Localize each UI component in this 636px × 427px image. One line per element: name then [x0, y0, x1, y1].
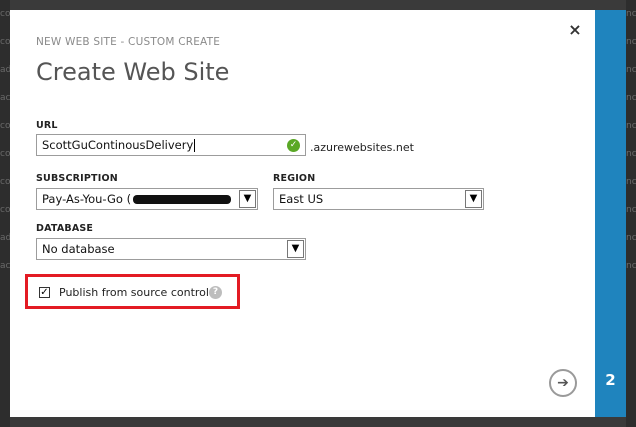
publish-highlight: ✓ Publish from source control ? — [25, 274, 240, 309]
region-label: REGION — [273, 173, 316, 184]
question-circle-icon[interactable]: ? — [209, 286, 222, 299]
step-number: 2 — [605, 371, 616, 389]
close-button[interactable]: × — [567, 22, 583, 38]
database-value: No database — [42, 242, 115, 256]
dialog-subtitle: NEW WEB SITE - CUSTOM CREATE — [36, 36, 221, 48]
url-label: URL — [36, 120, 58, 131]
publish-checkbox[interactable]: ✓ — [39, 287, 50, 298]
region-value: East US — [279, 192, 324, 206]
check-circle-icon: ✓ — [287, 139, 300, 152]
subscription-label: SUBSCRIPTION — [36, 173, 118, 184]
region-select[interactable]: East US ▼ — [273, 188, 484, 210]
subscription-value: Pay-As-You-Go ( — [42, 192, 132, 206]
create-web-site-dialog: × NEW WEB SITE - CUSTOM CREATE Create We… — [10, 10, 595, 417]
next-button[interactable]: ➔ — [549, 369, 577, 397]
redacted-mark — [133, 195, 232, 204]
url-value: ScottGuContinousDelivery — [42, 138, 194, 152]
page-title: Create Web Site — [36, 58, 230, 86]
chevron-down-icon[interactable]: ▼ — [465, 190, 482, 208]
url-suffix: .azurewebsites.net — [310, 141, 414, 154]
database-label: DATABASE — [36, 223, 94, 234]
text-caret — [194, 139, 196, 152]
background-left: co co ad ac co co co co ad ac — [0, 0, 10, 427]
url-input[interactable]: ScottGuContinousDelivery ✓ — [36, 134, 306, 156]
chevron-down-icon[interactable]: ▼ — [239, 190, 256, 208]
background-right: nc nc nc nc nc nc nc nc nc nc — [626, 0, 636, 427]
publish-label[interactable]: Publish from source control — [59, 286, 209, 299]
database-select[interactable]: No database ▼ — [36, 238, 306, 260]
chevron-down-icon[interactable]: ▼ — [287, 240, 304, 258]
subscription-select[interactable]: Pay-As-You-Go ( ▼ — [36, 188, 258, 210]
arrow-right-icon: ➔ — [557, 375, 569, 391]
close-icon: × — [568, 20, 582, 39]
step-indicator: 2 — [595, 10, 626, 417]
